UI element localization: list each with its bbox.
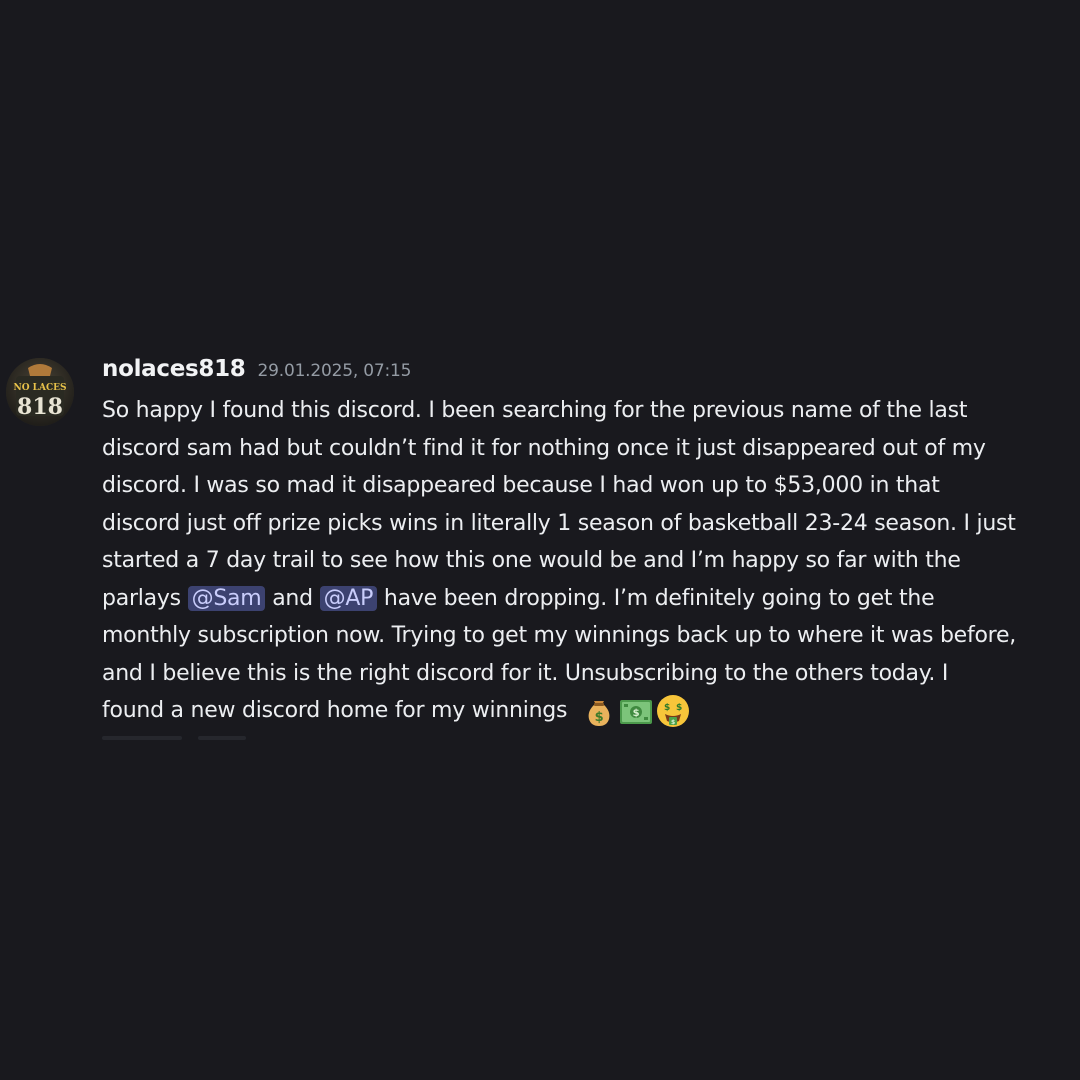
message-header: nolaces818 29.01.2025, 07:15 <box>102 356 1078 392</box>
message-line: discord just off prize picks wins in lit… <box>102 510 1016 536</box>
emoji-group: $ $ $ $ $ <box>581 693 691 729</box>
message-content: nolaces818 29.01.2025, 07:15 So happy I … <box>102 356 1078 730</box>
avatar-text-bottom: 818 <box>17 394 63 420</box>
reactions-bar <box>102 736 246 740</box>
message-body: So happy I found this discord. I been se… <box>102 392 1078 730</box>
svg-text:$: $ <box>676 703 682 713</box>
svg-text:$: $ <box>633 708 640 719</box>
line-text: and <box>265 585 320 611</box>
mention-sam[interactable]: @Sam <box>187 585 266 611</box>
dollar-banknote-emoji[interactable]: $ <box>618 693 654 729</box>
svg-text:$: $ <box>671 719 675 726</box>
line-text: have been dropping. I’m definitely going… <box>377 585 935 611</box>
username[interactable]: nolaces818 <box>102 356 246 382</box>
money-bag-emoji[interactable]: $ <box>581 693 617 729</box>
message-last-line: found a new discord home for my winnings… <box>102 692 1078 730</box>
message-line: discord sam had but couldn’t find it for… <box>102 435 986 461</box>
message-line: and I believe this is the right discord … <box>102 660 949 686</box>
line-text: parlays <box>102 585 188 611</box>
avatar-image: NO LACES 818 <box>6 358 74 426</box>
line-text: found a new discord home for my winnings <box>102 698 568 723</box>
reaction-pill[interactable] <box>198 736 246 740</box>
message-line: So happy I found this discord. I been se… <box>102 398 968 423</box>
timestamp[interactable]: 29.01.2025, 07:15 <box>258 361 412 381</box>
mention-ap[interactable]: @AP <box>319 585 378 611</box>
money-mouth-face-emoji[interactable]: $ $ $ <box>655 693 691 729</box>
svg-text:$: $ <box>664 703 670 713</box>
message-line: started a 7 day trail to see how this on… <box>102 548 961 573</box>
avatar[interactable]: NO LACES 818 <box>6 358 74 426</box>
avatar-text-top: NO LACES <box>13 383 66 393</box>
message-line-with-mentions: parlays @Sam and @AP have been dropping.… <box>102 580 1078 618</box>
svg-text:$: $ <box>595 710 604 725</box>
reaction-pill[interactable] <box>102 736 182 740</box>
message-line: discord. I was so mad it disappeared bec… <box>102 473 940 498</box>
message-line: monthly subscription now. Trying to get … <box>102 623 1016 648</box>
